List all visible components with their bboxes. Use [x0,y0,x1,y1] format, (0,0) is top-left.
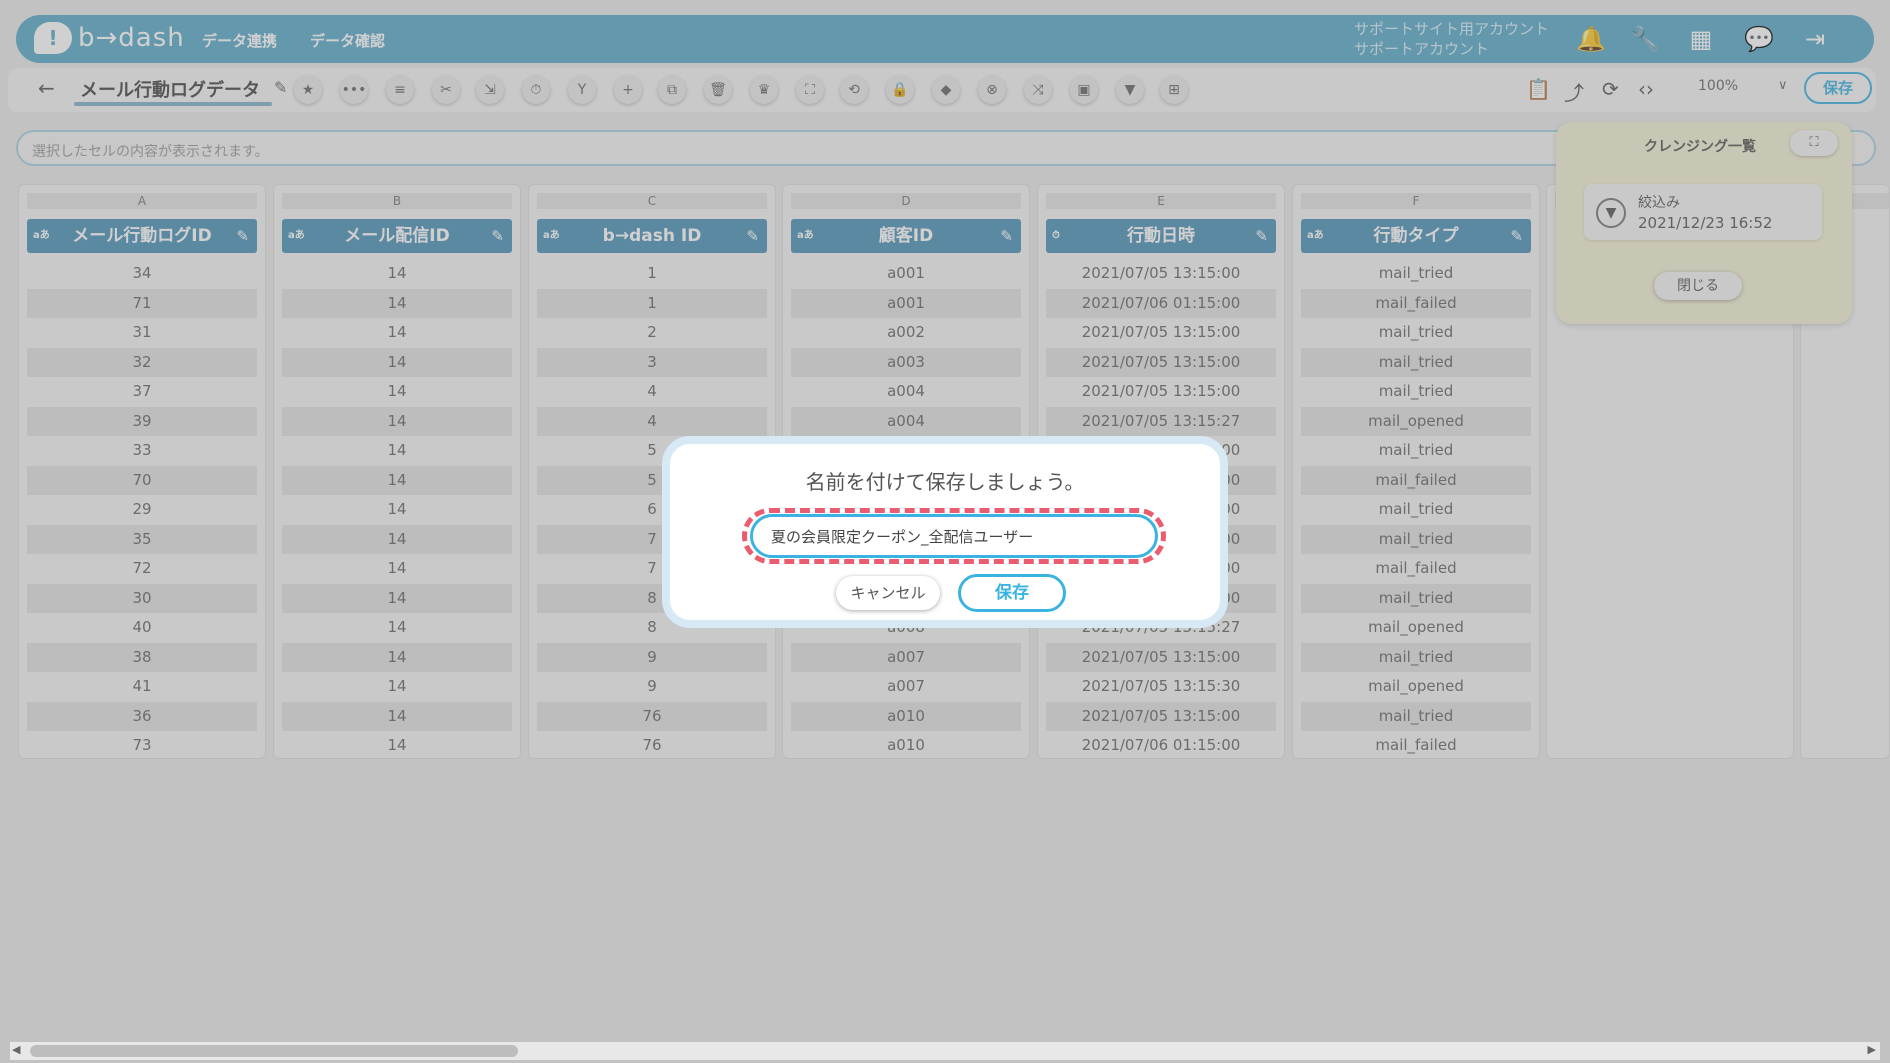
cancel-button[interactable]: キャンセル [836,576,940,610]
dialog-save-button[interactable]: 保存 [958,574,1066,612]
horizontal-scrollbar[interactable]: ◀ ▶ [10,1042,1880,1060]
scrollbar-thumb[interactable] [30,1045,518,1057]
save-name-dialog: 名前を付けて保存しましょう。 キャンセル 保存 [662,436,1228,628]
name-input[interactable] [750,514,1158,558]
scroll-right-icon[interactable]: ▶ [1868,1043,1876,1056]
dialog-title: 名前を付けて保存しましょう。 [805,470,1085,494]
scroll-left-icon[interactable]: ◀ [12,1043,20,1056]
